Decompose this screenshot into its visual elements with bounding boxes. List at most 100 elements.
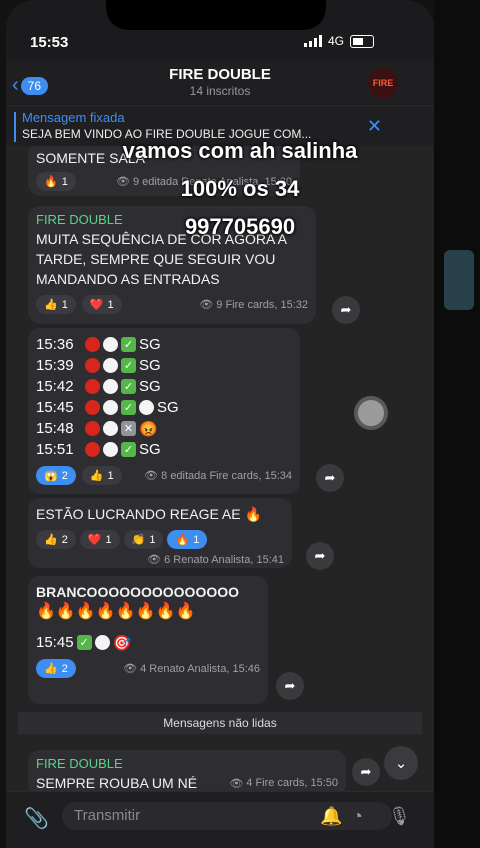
meta-text: 4 Renato Analista, 15:46 (140, 662, 260, 675)
result-label: 😡 (139, 420, 158, 438)
video-caption-line: 100% os 34 (180, 176, 300, 201)
notch (106, 0, 326, 30)
network-label: 4G (327, 34, 344, 48)
message-input[interactable]: Transmitir (62, 802, 392, 830)
result-time: 15:48 (36, 420, 74, 437)
white-circle-icon (103, 337, 118, 352)
red-circle-icon (85, 442, 100, 457)
red-circle-icon (85, 421, 100, 436)
assistive-touch-button[interactable] (354, 396, 388, 430)
reaction-clap[interactable]: 👏 1 (123, 530, 164, 549)
reaction-thumbs-up[interactable]: 👍 2 (36, 659, 76, 678)
reaction-heart[interactable]: ❤️ 1 (79, 530, 120, 549)
message-bubble[interactable]: ESTÃO LUCRANDO REAGE AE 🔥 👍 2 ❤️ 1 👏 1 🔥… (28, 498, 292, 568)
meta-text: 6 Renato Analista, 15:41 (164, 553, 284, 566)
white-circle-icon (103, 379, 118, 394)
reaction-heart[interactable]: ❤️ 1 (81, 295, 122, 314)
result-time: 15:42 (36, 378, 74, 395)
battery-icon (350, 34, 374, 48)
reaction-count: 1 (193, 533, 200, 546)
check-icon: ✓ (76, 635, 92, 650)
message-sender[interactable]: FIRE DOUBLE (36, 756, 338, 771)
reaction-count: 1 (105, 533, 112, 546)
white-circle-icon (103, 442, 118, 457)
message-bubble[interactable]: BRANCOOOOOOOOOOOOOO 🔥🔥🔥🔥🔥🔥🔥🔥 15:45 ✓ 🎯 👍… (28, 576, 268, 704)
check-icon: ✓ (121, 400, 136, 415)
reaction-count: 1 (61, 298, 68, 311)
result-time: 15:36 (36, 336, 74, 353)
result-row: 15:51 ✓ SG (36, 439, 292, 460)
video-caption-line: 997705690 (184, 214, 296, 239)
paperclip-icon[interactable]: 📎 (24, 806, 49, 831)
reaction-thumbs-up[interactable]: 👍 1 (36, 295, 76, 314)
target-icon: 🎯 (112, 634, 132, 652)
forward-icon[interactable]: ➦ (276, 672, 304, 700)
result-label: SG (157, 399, 179, 416)
message-meta: 👁 9 Fire cards, 15:32 (199, 298, 308, 312)
reaction-count: 2 (61, 469, 68, 482)
status-bar: 15:53 4G (6, 30, 434, 56)
result-row: 15:42 ✓ SG (36, 376, 292, 397)
white-circle-icon (103, 421, 118, 436)
result-label: SG (139, 441, 161, 458)
message-meta: 👁 6 Renato Analista, 15:41 (147, 553, 284, 567)
channel-avatar[interactable]: FIRE (368, 68, 398, 98)
pinned-label: Mensagem fixada (22, 110, 125, 125)
sticker-icon[interactable]: ◔ (352, 806, 363, 827)
reaction-count: 1 (107, 298, 114, 311)
scroll-down-button[interactable]: ⌄ (384, 746, 418, 780)
check-icon: ✓ (121, 379, 136, 394)
result-row: 15:45 ✓ SG (36, 397, 292, 418)
result-row: 15:39 ✓ SG (36, 355, 292, 376)
chat-header: ‹ 76 FIRE DOUBLE 14 inscritos FIRE (6, 60, 434, 104)
reaction-thumbs-up[interactable]: 👍 1 (81, 466, 122, 485)
reaction-count: 1 (107, 469, 114, 482)
message-meta: 👁 4 Renato Analista, 15:46 (123, 662, 260, 676)
reaction-count: 2 (61, 662, 68, 675)
message-bubble[interactable]: FIRE DOUBLE SEMPRE ROUBA UM NÉ 👁 4 Fire … (28, 750, 346, 792)
forward-icon[interactable]: ➦ (332, 296, 360, 324)
message-bubble[interactable]: 15:36 ✓ SG 15:39 ✓ SG 15:42 ✓ SG 15:45 ✓ SG 15:48 ✕ 😡 1… (28, 328, 300, 494)
chevron-down-icon: ⌄ (394, 755, 408, 772)
white-circle-icon (139, 400, 154, 415)
forward-icon[interactable]: ➦ (316, 464, 344, 492)
message-list[interactable]: SOMENTE SALA 🔥 1 👁 9 editada Renato Anal… (6, 146, 434, 792)
cross-icon: ✕ (121, 421, 136, 436)
message-text: BRANCOOOOOOOOOOOOOO (36, 584, 240, 600)
result-time: 15:39 (36, 357, 74, 374)
results-list: 15:36 ✓ SG 15:39 ✓ SG 15:42 ✓ SG 15:45 ✓ SG 15:48 ✕ 😡 1… (36, 334, 292, 460)
phone-bezel (434, 0, 480, 848)
white-circle-icon (94, 635, 110, 650)
video-caption-line: vamos com ah salinha (122, 138, 358, 163)
unread-divider: Mensagens não lidas (18, 712, 422, 734)
bell-icon[interactable]: 🔔 (320, 806, 342, 827)
forward-icon[interactable]: ➦ (306, 542, 334, 570)
white-circle-icon (103, 358, 118, 373)
close-icon[interactable]: ✕ (367, 116, 382, 137)
result-row: 15:36 ✓ SG (36, 334, 292, 355)
microphone-icon[interactable]: 🎙 (388, 806, 411, 827)
reaction-scream[interactable]: 😱 2 (36, 466, 76, 485)
reaction-count: 2 (61, 533, 68, 546)
input-bar: 📎 Transmitir 🔔 ◔ 🎙 (6, 791, 434, 848)
meta-text: 4 Fire cards, 15:50 (246, 777, 338, 789)
white-circle-icon (103, 400, 118, 415)
result-time: 15:45 (36, 634, 74, 651)
result-label: SG (139, 357, 161, 374)
result-label: SG (139, 336, 161, 353)
reaction-thumbs-up[interactable]: 👍 2 (36, 530, 76, 549)
reaction-count: 1 (149, 533, 156, 546)
red-circle-icon (85, 358, 100, 373)
meta-text: 9 Fire cards, 15:32 (216, 298, 308, 311)
forward-icon[interactable]: ➦ (352, 758, 380, 786)
message-meta: 👁 4 Fire cards, 15:50 (229, 777, 338, 790)
fire-emojis: 🔥🔥🔥🔥🔥🔥🔥🔥 (36, 603, 196, 620)
result-time: 15:45 (36, 399, 74, 416)
result-label: SG (139, 378, 161, 395)
reaction-fire[interactable]: 🔥 1 (167, 530, 208, 549)
check-icon: ✓ (121, 358, 136, 373)
status-time: 15:53 (30, 34, 69, 51)
message-text: SEMPRE ROUBA UM NÉ (36, 775, 198, 791)
check-icon: ✓ (121, 337, 136, 352)
meta-text: 8 editada Fire cards, 15:34 (161, 469, 292, 482)
